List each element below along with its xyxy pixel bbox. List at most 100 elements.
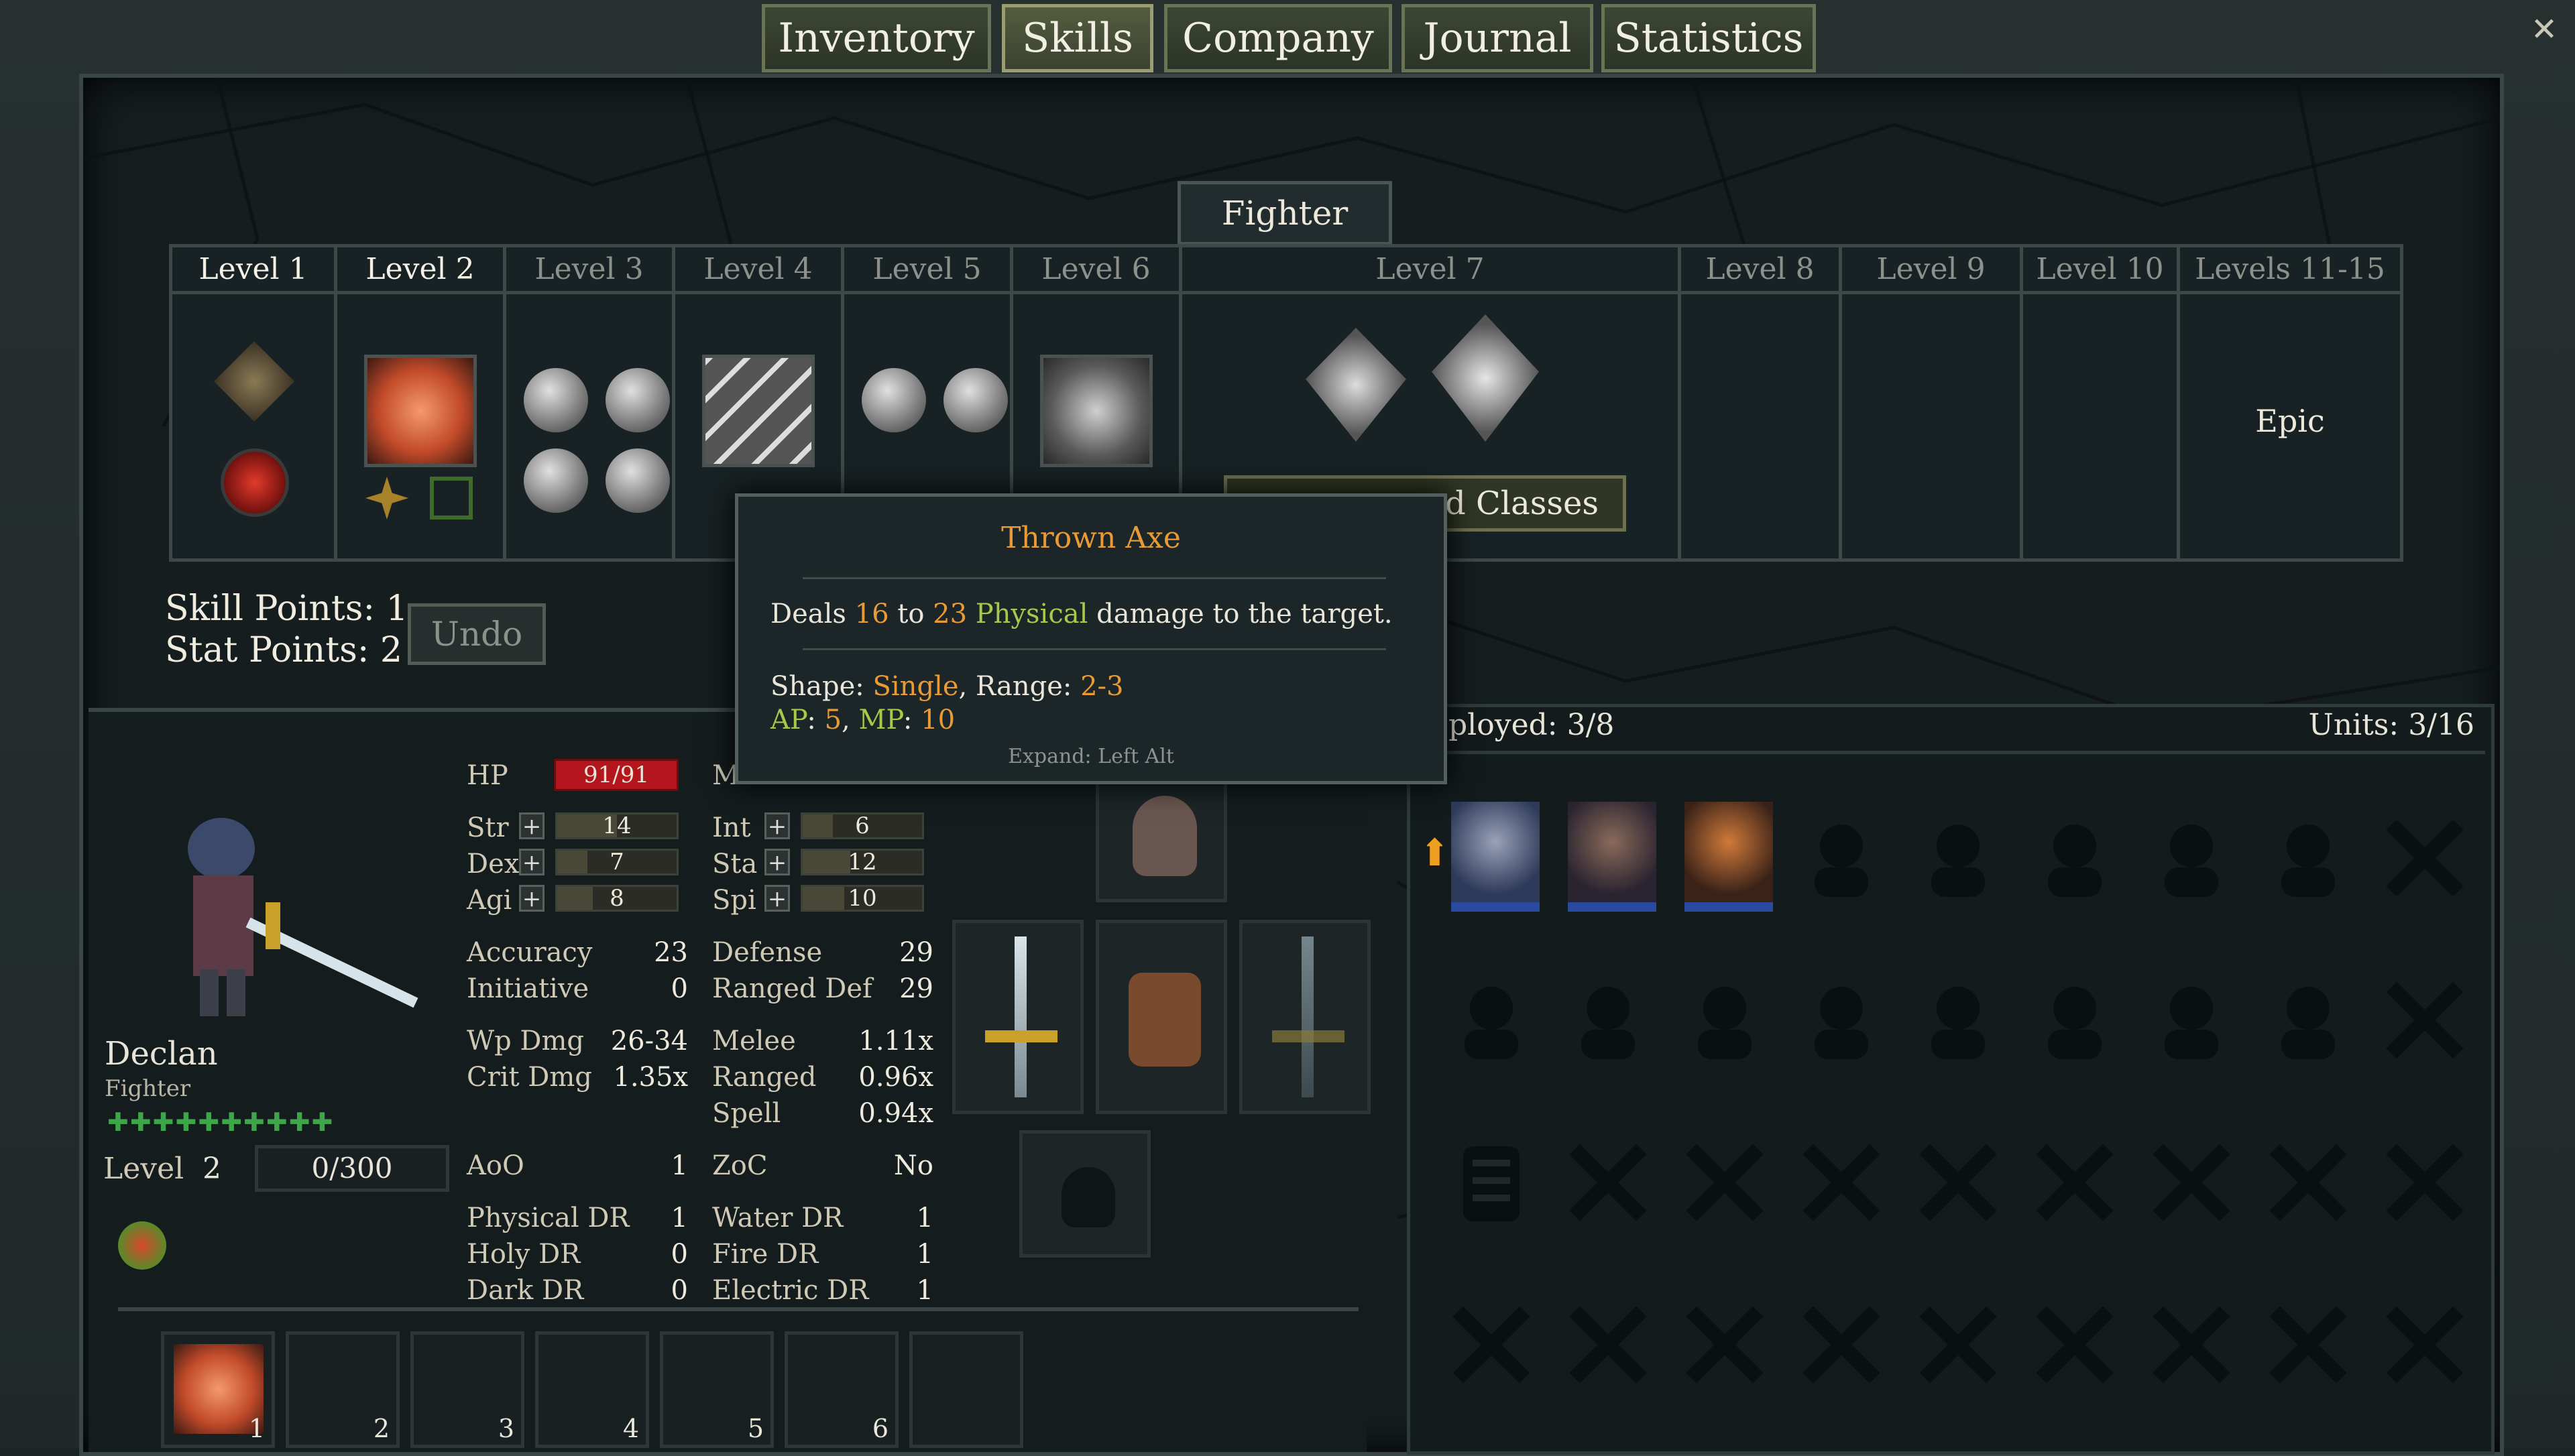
hotbar-slot-4[interactable]: 4 <box>535 1331 649 1448</box>
star-passive-icon[interactable] <box>365 477 408 520</box>
armor-slot[interactable] <box>1096 920 1227 1114</box>
skill-orb-icon[interactable] <box>524 368 588 432</box>
agi-plus-button[interactable]: + <box>519 885 545 912</box>
empty-unit-slot-icon[interactable] <box>2035 977 2115 1065</box>
armor-icon <box>1129 973 1201 1067</box>
pouch-icon <box>1062 1167 1115 1227</box>
green-passive-icon[interactable] <box>430 477 473 520</box>
tab-skills[interactable]: Skills <box>1002 4 1153 72</box>
tab-journal[interactable]: Journal <box>1401 4 1593 72</box>
sta-plus-button[interactable]: + <box>764 849 790 875</box>
empty-unit-slot-icon[interactable] <box>2268 977 2348 1065</box>
locked-slot-x-icon[interactable] <box>2035 1302 2115 1389</box>
class-tab-fighter[interactable]: Fighter <box>1178 181 1392 245</box>
empty-unit-slot-icon[interactable] <box>1801 977 1882 1065</box>
character-class: Fighter <box>105 1075 191 1102</box>
advanced-class-portrait-icon[interactable] <box>1306 328 1406 442</box>
spell-label: Spell <box>712 1098 781 1129</box>
water-dr-value: 1 <box>916 1203 933 1233</box>
tooltip-shape-range: Shape: Single, Range: 2-3 <box>770 671 1124 702</box>
locked-slot-x-icon[interactable] <box>1801 1140 1882 1227</box>
caravan-slot-icon[interactable] <box>1451 1140 1532 1227</box>
hotbar-slot-7[interactable] <box>909 1331 1023 1448</box>
tab-inventory[interactable]: Inventory <box>762 4 991 72</box>
defense-value: 29 <box>899 937 933 968</box>
unit-portrait[interactable] <box>1684 802 1773 912</box>
tooltip-expand-hint: Expand: Left Alt <box>1008 745 1174 768</box>
spi-plus-button[interactable]: + <box>764 885 790 912</box>
unit-portrait-declan[interactable] <box>1451 802 1540 912</box>
level-column-9: Level 9 <box>1842 247 2023 558</box>
empty-unit-slot-icon[interactable] <box>2035 815 2115 902</box>
skill-orb-icon[interactable] <box>606 448 670 513</box>
close-icon[interactable]: ✕ <box>2528 13 2560 46</box>
whirlwind-skill-icon[interactable] <box>1040 355 1153 467</box>
helmet-slot[interactable] <box>1096 768 1227 902</box>
ranged-def-label: Ranged Def <box>712 973 872 1004</box>
locked-slot-x-icon[interactable] <box>2385 977 2465 1065</box>
locked-slot-x-icon[interactable] <box>2268 1140 2348 1227</box>
dex-plus-button[interactable]: + <box>519 849 545 875</box>
empty-unit-slot-icon[interactable] <box>2151 977 2232 1065</box>
locked-slot-x-icon[interactable] <box>1918 1302 1998 1389</box>
hotbar-slot-1[interactable]: 1 <box>161 1331 275 1448</box>
skill-orb-icon[interactable] <box>606 368 670 432</box>
locked-slot-x-icon[interactable] <box>2035 1140 2115 1227</box>
agi-bar: 8 <box>555 885 679 912</box>
locked-slot-x-icon[interactable] <box>2268 1302 2348 1389</box>
empty-unit-slot-icon[interactable] <box>2151 815 2232 902</box>
off-hand-slot[interactable] <box>1239 920 1371 1114</box>
skill-orb-icon[interactable] <box>943 368 1008 432</box>
tab-statistics[interactable]: Statistics <box>1601 4 1816 72</box>
empty-unit-slot-icon[interactable] <box>1684 977 1765 1065</box>
accessory-slot[interactable] <box>1019 1130 1151 1258</box>
hp-label: HP <box>467 760 508 791</box>
empty-unit-slot-icon[interactable] <box>1451 977 1532 1065</box>
int-plus-button[interactable]: + <box>764 812 790 839</box>
wp-dmg-label: Wp Dmg <box>467 1026 585 1056</box>
locked-slot-x-icon[interactable] <box>1684 1140 1765 1227</box>
hotbar-slot-6[interactable]: 6 <box>785 1331 899 1448</box>
fighter-portrait-icon[interactable] <box>214 341 294 422</box>
unit-portrait[interactable] <box>1568 802 1656 912</box>
main-hand-slot[interactable] <box>952 920 1084 1114</box>
locked-slot-x-icon[interactable] <box>2385 1140 2465 1227</box>
accuracy-value: 23 <box>654 937 688 968</box>
empty-unit-slot-icon[interactable] <box>1801 815 1882 902</box>
hotbar-slot-5[interactable]: 5 <box>660 1331 774 1448</box>
locked-slot-x-icon[interactable] <box>1801 1302 1882 1389</box>
locked-slot-x-icon[interactable] <box>1568 1140 1648 1227</box>
status-effect-icon[interactable] <box>118 1221 166 1270</box>
skill-orb-icon[interactable] <box>524 448 588 513</box>
advanced-class-portrait-icon[interactable] <box>1432 314 1539 442</box>
tab-company[interactable]: Company <box>1164 4 1392 72</box>
hotbar-slot-2[interactable]: 2 <box>286 1331 400 1448</box>
empty-unit-slot-icon[interactable] <box>2268 815 2348 902</box>
slot-number: 5 <box>747 1414 764 1443</box>
locked-slot-x-icon[interactable] <box>1684 1302 1765 1389</box>
locked-slot-x-icon[interactable] <box>2151 1140 2232 1227</box>
undo-button[interactable]: Undo <box>408 603 546 665</box>
thrown-axe-skill-icon[interactable] <box>702 355 815 467</box>
locked-slot-x-icon[interactable] <box>2385 815 2465 902</box>
level-column-epic: Levels 11-15 Epic <box>2180 247 2400 558</box>
locked-slot-x-icon[interactable] <box>2151 1302 2232 1389</box>
empty-unit-slot-icon[interactable] <box>1918 977 1998 1065</box>
holy-dr-label: Holy DR <box>467 1239 581 1270</box>
slot-number: 4 <box>622 1414 639 1443</box>
red-emblem-icon[interactable] <box>221 448 289 517</box>
empty-unit-slot-icon[interactable] <box>1568 977 1648 1065</box>
locked-slot-x-icon[interactable] <box>2385 1302 2465 1389</box>
empty-unit-slot-icon[interactable] <box>1918 815 1998 902</box>
locked-slot-x-icon[interactable] <box>1568 1302 1648 1389</box>
skill-orb-icon[interactable] <box>862 368 926 432</box>
character-name: Declan <box>105 1035 218 1073</box>
str-plus-button[interactable]: + <box>519 812 545 839</box>
locked-slot-x-icon[interactable] <box>1918 1140 1998 1227</box>
locked-slot-x-icon[interactable] <box>1451 1302 1532 1389</box>
level-header: Level 3 <box>506 247 672 294</box>
burst-skill-icon[interactable] <box>364 355 477 467</box>
crit-dmg-value: 1.35x <box>613 1062 688 1093</box>
character-sprite <box>148 802 429 1023</box>
hotbar-slot-3[interactable]: 3 <box>410 1331 524 1448</box>
